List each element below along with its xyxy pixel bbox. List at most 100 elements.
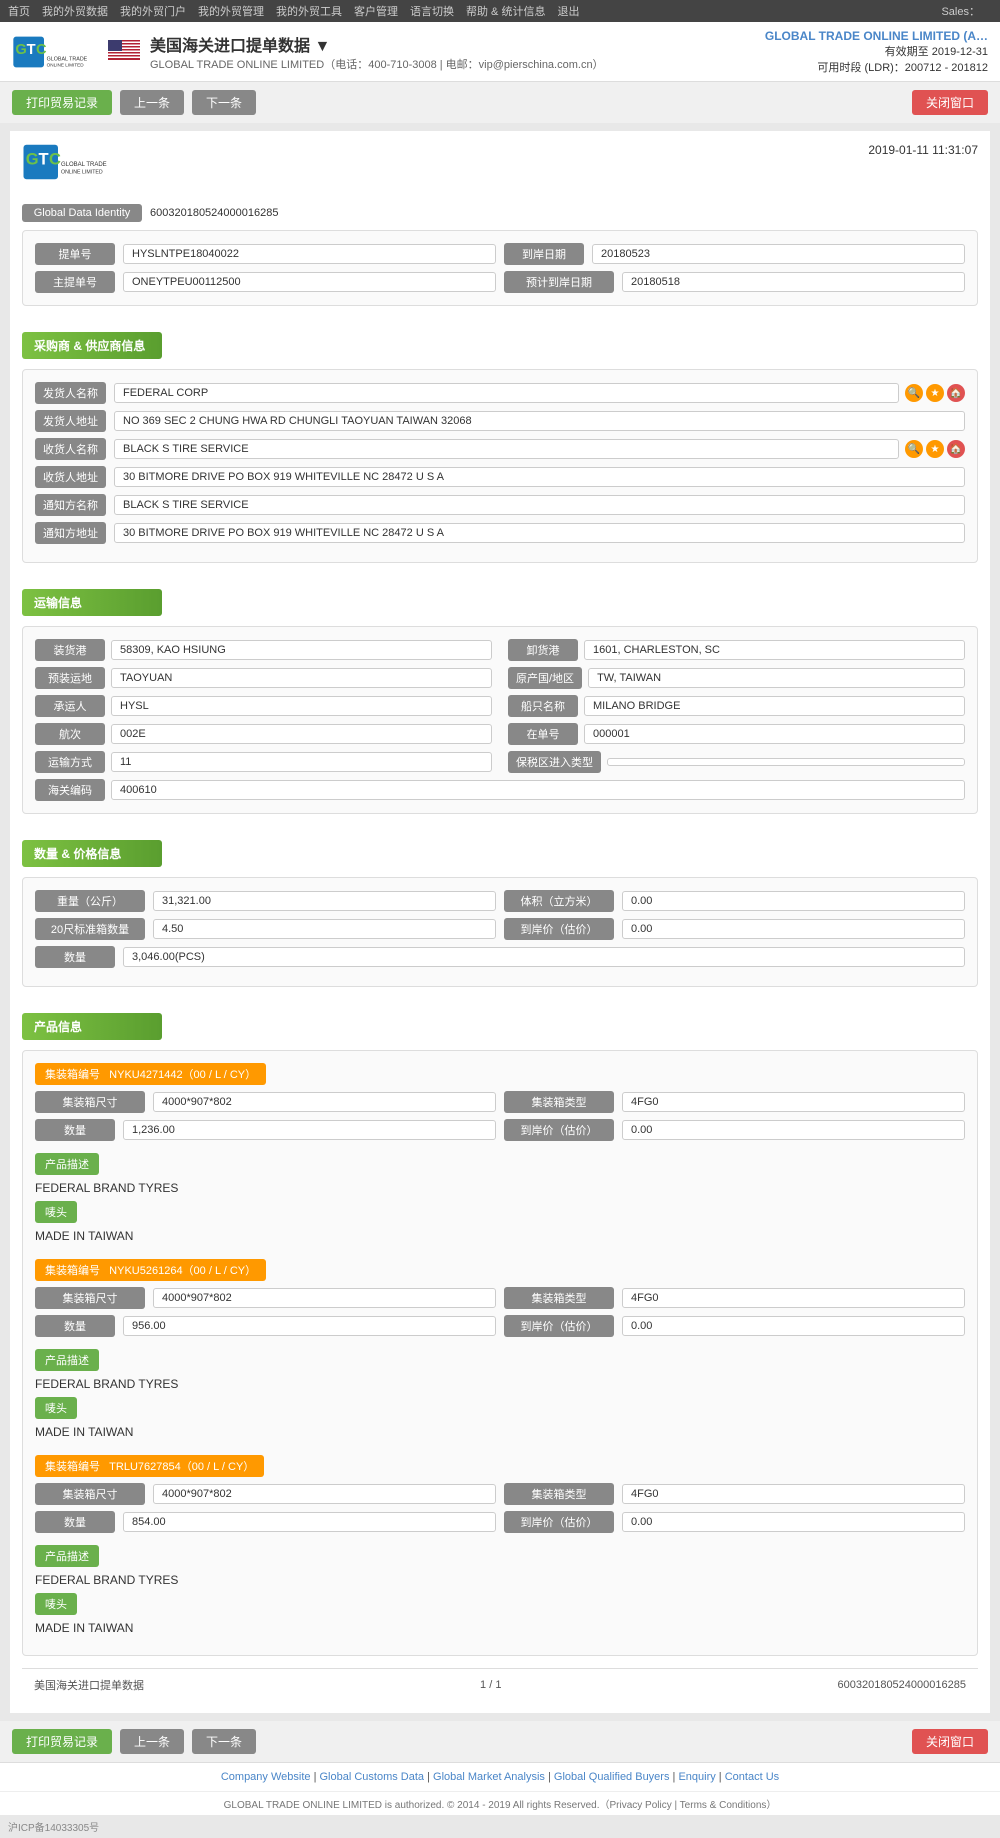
consignee-star-icon[interactable]: ★ (926, 440, 944, 458)
valid-until: 有效期至 2019-12-31 (765, 43, 988, 59)
shipper-name-value: FEDERAL CORP (114, 383, 899, 403)
notify-name-value: BLACK S TIRE SERVICE (114, 495, 965, 515)
arrival-date-label: 到岸日期 (504, 243, 584, 265)
container-1: 集装箱编号 NYKU4271442（00 / L / CY） 集装箱尺寸 400… (35, 1063, 965, 1243)
c3-marks-label: 唛头 (35, 1593, 77, 1615)
bill-info-box: 提单号 HYSLNTPE18040022 到岸日期 20180523 主提单号 … (22, 230, 978, 306)
bottom-next-button[interactable]: 下一条 (192, 1729, 256, 1754)
arrival-price-label: 到岸价（估价） (504, 918, 614, 940)
volume-value: 0.00 (622, 891, 965, 911)
prev-button[interactable]: 上一条 (120, 90, 184, 115)
icp-label: 沪ICP备14033305号 (0, 1815, 1000, 1838)
transport-box: 装货港 58309, KAO HSIUNG 卸货港 1601, CHARLEST… (22, 626, 978, 814)
container-3: 集装箱编号 TRLU7627854（00 / L / CY） 集装箱尺寸 400… (35, 1455, 965, 1635)
shipper-search-icon[interactable]: 🔍 (905, 384, 923, 402)
c1-size-label: 集装箱尺寸 (35, 1091, 145, 1113)
doc-logo: G T C GLOBAL TRADE ONLINE LIMITED (22, 143, 112, 184)
c3-price-label: 到岸价（估价） (504, 1511, 614, 1533)
footer-link-market[interactable]: Global Market Analysis (433, 1771, 545, 1783)
buyer-supplier-section: 采购商 & 供应商信息 发货人名称 FEDERAL CORP 🔍 ★ 🏠 发货人… (22, 318, 978, 563)
consignee-search-icon[interactable]: 🔍 (905, 440, 923, 458)
close-button[interactable]: 关闭窗口 (912, 90, 988, 115)
top-toolbar: 打印贸易记录 上一条 下一条 关闭窗口 (0, 82, 1000, 123)
us-flag-icon (108, 40, 140, 60)
bottom-prev-button[interactable]: 上一条 (120, 1729, 184, 1754)
pre-load-value: TAOYUAN (111, 668, 492, 688)
consignee-home-icon[interactable]: 🏠 (947, 440, 965, 458)
next-button[interactable]: 下一条 (192, 90, 256, 115)
footer-link-customs[interactable]: Global Customs Data (320, 1771, 425, 1783)
quantity-value: 3,046.00(PCS) (123, 947, 965, 967)
c2-desc-value: FEDERAL BRAND TYRES (35, 1377, 965, 1391)
container-1-badge: 集装箱编号 NYKU4271442（00 / L / CY） (35, 1063, 266, 1085)
consignee-name-row: 收货人名称 BLACK S TIRE SERVICE 🔍 ★ 🏠 (35, 438, 965, 460)
bill-no-label: 提单号 (35, 243, 115, 265)
nav-trade-portal[interactable]: 我的外贸门户 (120, 3, 186, 19)
shipper-star-icon[interactable]: ★ (926, 384, 944, 402)
origin-value: TW, TAIWAN (588, 668, 965, 688)
svg-text:ONLINE LIMITED: ONLINE LIMITED (47, 62, 85, 67)
consignee-addr-row: 收货人地址 30 BITMORE DRIVE PO BOX 919 WHITEV… (35, 466, 965, 488)
bottom-close-button[interactable]: 关闭窗口 (912, 1729, 988, 1754)
quantity-label: 数量 (35, 946, 115, 968)
nav-crm[interactable]: 客户管理 (354, 3, 398, 19)
svg-text:ONLINE LIMITED: ONLINE LIMITED (61, 169, 103, 175)
container-3-no-label: 集装箱编号 (45, 1461, 100, 1473)
pre-load-label: 预装运地 (35, 667, 105, 689)
sales-label: Sales： (941, 3, 980, 19)
container-3-no-value: TRLU7627854（00 / L / CY） (109, 1461, 254, 1473)
c2-type-value: 4FG0 (622, 1288, 965, 1308)
nav-logout[interactable]: 退出 (557, 3, 579, 19)
footer-link-company[interactable]: Company Website (221, 1771, 311, 1783)
svg-text:T: T (27, 42, 36, 58)
c3-desc-value: FEDERAL BRAND TYRES (35, 1573, 965, 1587)
footer-copyright: GLOBAL TRADE ONLINE LIMITED is authorize… (0, 1791, 1000, 1815)
load-port-label: 装货港 (35, 639, 105, 661)
c3-desc-label: 产品描述 (35, 1545, 99, 1567)
shipper-home-icon[interactable]: 🏠 (947, 384, 965, 402)
product-info-title: 产品信息 (22, 1013, 162, 1040)
nav-home[interactable]: 首页 (8, 3, 30, 19)
c1-desc-value: FEDERAL BRAND TYRES (35, 1181, 965, 1195)
footer-link-contact[interactable]: Contact Us (725, 1771, 779, 1783)
carrier-label: 承运人 (35, 695, 105, 717)
nav-trade-data[interactable]: 我的外贸数据 (42, 3, 108, 19)
arrival-price-value: 0.00 (622, 919, 965, 939)
nav-trade-mgmt[interactable]: 我的外贸管理 (198, 3, 264, 19)
c2-size-label: 集装箱尺寸 (35, 1287, 145, 1309)
c1-qty-label: 数量 (35, 1119, 115, 1141)
global-data-value: 600320180524000016285 (150, 207, 278, 219)
svg-text:GLOBAL TRADE: GLOBAL TRADE (61, 162, 107, 168)
notify-name-row: 通知方名称 BLACK S TIRE SERVICE (35, 494, 965, 516)
notify-addr-row: 通知方地址 30 BITMORE DRIVE PO BOX 919 WHITEV… (35, 522, 965, 544)
bill-no-value: HYSLNTPE18040022 (123, 244, 496, 264)
c1-price-value: 0.00 (622, 1120, 965, 1140)
weight-value: 31,321.00 (153, 891, 496, 911)
c2-size-value: 4000*907*802 (153, 1288, 496, 1308)
c2-desc-label: 产品描述 (35, 1349, 99, 1371)
nav-language[interactable]: 语言切换 (410, 3, 454, 19)
top-navigation: 首页 我的外贸数据 我的外贸门户 我的外贸管理 我的外贸工具 客户管理 语言切换… (0, 0, 1000, 22)
doc-timestamp: 2019-01-11 11:31:07 (868, 143, 978, 157)
footer-link-buyers[interactable]: Global Qualified Buyers (554, 1771, 670, 1783)
print-button[interactable]: 打印贸易记录 (12, 90, 112, 115)
consignee-addr-value: 30 BITMORE DRIVE PO BOX 919 WHITEVILLE N… (114, 467, 965, 487)
teu-value: 4.50 (153, 919, 496, 939)
vessel-row: 船只名称 MILANO BRIDGE (508, 695, 965, 717)
nav-help[interactable]: 帮助 & 统计信息 (466, 3, 545, 19)
plan-arrival-value: 20180518 (622, 272, 965, 292)
notify-name-label: 通知方名称 (35, 494, 106, 516)
unload-port-value: 1601, CHARLESTON, SC (584, 640, 965, 660)
container-1-no-label: 集装箱编号 (45, 1069, 100, 1081)
nav-trade-tools[interactable]: 我的外贸工具 (276, 3, 342, 19)
shipper-addr-row: 发货人地址 NO 369 SEC 2 CHUNG HWA RD CHUNGLI … (35, 410, 965, 432)
c3-type-label: 集装箱类型 (504, 1483, 614, 1505)
svg-text:G: G (26, 150, 39, 168)
bonded-type-row: 保税区进入类型 (508, 751, 965, 773)
carrier-row: 承运人 HYSL (35, 695, 492, 717)
product-info-section: 产品信息 集装箱编号 NYKU4271442（00 / L / CY） 集装箱尺… (22, 999, 978, 1656)
footer-link-enquiry[interactable]: Enquiry (678, 1771, 715, 1783)
quantity-price-section: 数量 & 价格信息 重量（公斤） 31,321.00 体积（立方米） 0.00 … (22, 826, 978, 987)
quantity-price-box: 重量（公斤） 31,321.00 体积（立方米） 0.00 20尺标准箱数量 4… (22, 877, 978, 987)
bottom-print-button[interactable]: 打印贸易记录 (12, 1729, 112, 1754)
